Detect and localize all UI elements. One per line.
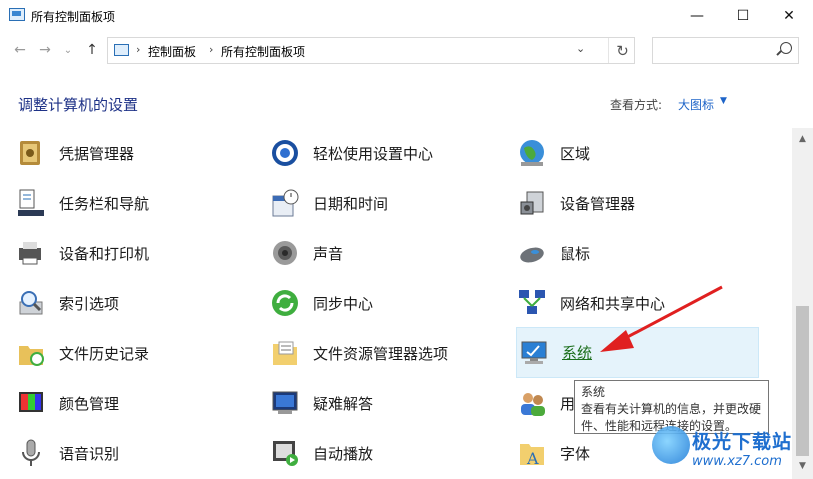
tooltip-title: 系统	[581, 385, 606, 399]
item-color-management[interactable]: 颜色管理	[16, 383, 256, 423]
item-label: 声音	[313, 244, 344, 263]
scroll-up-icon[interactable]: ▲	[792, 134, 813, 148]
troubleshooting-icon	[270, 388, 300, 418]
printer-icon	[16, 238, 46, 268]
window-title: 所有控制面板项	[31, 10, 116, 24]
up-arrow-icon[interactable]: ↑	[82, 40, 102, 60]
control-panel-window: 所有控制面板项 — ☐ ✕ ← → ⌄ ↑ › 控制面板 › 所有控制面板项 ⌄…	[0, 0, 813, 479]
microphone-icon	[16, 438, 46, 468]
chevron-down-icon[interactable]: ⌄	[576, 42, 585, 55]
watermark: 极光下载站 www.xz7.com	[652, 424, 810, 476]
item-file-explorer-options[interactable]: 文件资源管理器选项	[270, 333, 510, 373]
autoplay-icon	[270, 438, 300, 468]
user-accounts-icon	[517, 388, 547, 418]
date-time-icon	[270, 188, 300, 218]
item-devices-printers[interactable]: 设备和打印机	[16, 233, 256, 273]
item-label: 文件历史记录	[59, 344, 150, 363]
item-sync-center[interactable]: 同步中心	[270, 283, 510, 323]
title-bar[interactable]: 所有控制面板项 — ☐ ✕	[0, 0, 813, 32]
device-manager-icon	[517, 188, 547, 218]
search-input[interactable]	[652, 37, 799, 64]
item-label: 疑难解答	[313, 394, 374, 413]
sync-icon	[270, 288, 300, 318]
breadcrumb-control-panel[interactable]: 控制面板	[148, 43, 196, 60]
item-ease-of-access[interactable]: 轻松使用设置中心	[270, 133, 510, 173]
item-region[interactable]: 区域	[517, 133, 757, 173]
view-by-label: 查看方式:	[610, 98, 663, 112]
item-label: 索引选项	[59, 294, 120, 313]
refresh-icon[interactable]: ↻	[608, 38, 636, 63]
item-label: 用	[560, 394, 576, 413]
mouse-icon	[517, 238, 547, 268]
item-sound[interactable]: 声音	[270, 233, 510, 273]
fonts-icon: A	[517, 438, 547, 468]
indexing-icon	[16, 288, 46, 318]
watermark-text: 极光下载站	[692, 431, 793, 453]
item-file-history[interactable]: 文件历史记录	[16, 333, 256, 373]
item-label: 文件资源管理器选项	[313, 344, 449, 363]
breadcrumb-separator[interactable]: ›	[136, 43, 140, 56]
watermark-url: www.xz7.com	[692, 454, 782, 469]
color-management-icon	[16, 388, 46, 418]
item-label: 系统	[562, 344, 593, 362]
item-mouse[interactable]: 鼠标	[517, 233, 757, 273]
file-history-icon	[16, 338, 46, 368]
close-button[interactable]: ✕	[766, 0, 812, 32]
breadcrumb-separator[interactable]: ›	[209, 43, 213, 56]
speaker-icon	[270, 238, 300, 268]
item-user-accounts[interactable]: 用	[517, 383, 577, 423]
search-icon	[780, 42, 792, 54]
maximize-button[interactable]: ☐	[720, 0, 766, 32]
item-label: 区域	[560, 144, 591, 163]
network-icon	[517, 288, 547, 318]
item-credential-manager[interactable]: 凭据管理器	[16, 133, 256, 173]
item-network-sharing[interactable]: 网络和共享中心	[517, 283, 757, 323]
page-title: 调整计算机的设置	[18, 96, 139, 114]
item-system[interactable]: 系统	[516, 327, 759, 378]
control-panel-icon	[114, 44, 129, 56]
item-label: 设备管理器	[560, 194, 636, 213]
caret-down-icon[interactable]: ▼	[720, 96, 727, 106]
back-arrow-icon[interactable]: ←	[10, 40, 30, 60]
item-date-time[interactable]: 日期和时间	[270, 183, 510, 223]
item-indexing-options[interactable]: 索引选项	[16, 283, 256, 323]
item-device-manager[interactable]: 设备管理器	[517, 183, 757, 223]
item-label: 凭据管理器	[59, 144, 135, 163]
item-label: 设备和打印机	[59, 244, 150, 263]
region-globe-icon	[517, 138, 547, 168]
item-label: 日期和时间	[313, 194, 389, 213]
breadcrumb-all-items[interactable]: 所有控制面板项	[221, 43, 305, 60]
item-label: 颜色管理	[59, 394, 120, 413]
item-label: 轻松使用设置中心	[313, 144, 434, 163]
item-label: 网络和共享中心	[560, 294, 666, 313]
item-label: 自动播放	[313, 444, 374, 463]
credential-manager-icon	[16, 138, 46, 168]
system-icon	[519, 338, 549, 368]
svg-text:A: A	[526, 449, 539, 468]
item-speech-recognition[interactable]: 语音识别	[16, 433, 256, 473]
address-bar[interactable]: › 控制面板 › 所有控制面板项 ⌄ ↻	[107, 37, 635, 64]
control-panel-icon	[9, 8, 25, 21]
taskbar-icon	[16, 188, 46, 218]
item-taskbar[interactable]: 任务栏和导航	[16, 183, 256, 223]
ease-of-access-icon	[270, 138, 300, 168]
folder-options-icon	[270, 338, 300, 368]
item-label: 同步中心	[313, 294, 374, 313]
item-autoplay[interactable]: 自动播放	[270, 433, 510, 473]
item-label: 任务栏和导航	[59, 194, 150, 213]
item-troubleshooting[interactable]: 疑难解答	[270, 383, 510, 423]
watermark-logo-icon	[652, 426, 690, 464]
item-label: 语音识别	[59, 444, 120, 463]
forward-arrow-icon[interactable]: →	[35, 40, 55, 60]
minimize-button[interactable]: —	[674, 0, 720, 32]
view-by-dropdown[interactable]: 大图标	[678, 96, 714, 113]
item-label: 字体	[560, 444, 591, 463]
recent-dropdown-icon[interactable]: ⌄	[58, 40, 78, 60]
tooltip-line1: 查看有关计算机的信息，并更改硬	[581, 402, 762, 416]
item-label: 鼠标	[560, 244, 591, 263]
